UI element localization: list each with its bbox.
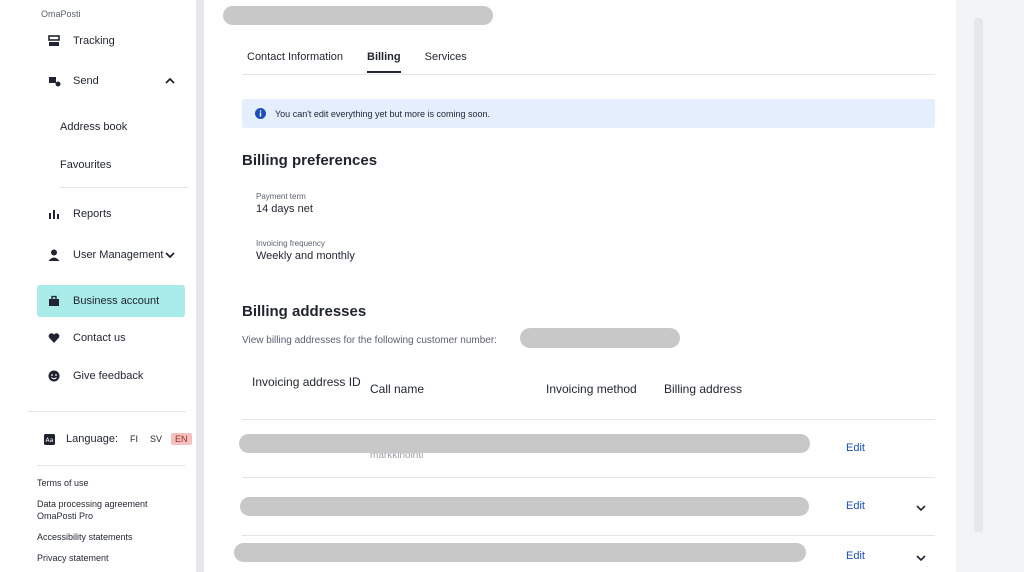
user-icon xyxy=(47,248,61,262)
footer-privacy-link[interactable]: Privacy statement xyxy=(37,552,177,564)
table-row-divider xyxy=(242,535,935,536)
tab-contact-information[interactable]: Contact Information xyxy=(247,48,343,73)
info-notice: You can't edit everything yet but more i… xyxy=(242,99,935,128)
footer-accessibility-link[interactable]: Accessibility statements xyxy=(37,531,177,543)
row-edit-link[interactable]: Edit xyxy=(846,442,865,454)
nav-send[interactable]: Send xyxy=(37,65,185,97)
main-card xyxy=(204,0,956,572)
nav-user-management[interactable]: User Management xyxy=(37,239,185,271)
divider xyxy=(60,187,188,188)
nav-address-book[interactable]: Address book xyxy=(60,121,127,133)
chevron-down-icon[interactable] xyxy=(915,501,927,513)
divider xyxy=(37,465,185,466)
send-icon xyxy=(47,74,61,88)
nav-business-account[interactable]: Business account xyxy=(37,285,185,317)
language-label: Language: xyxy=(66,433,118,445)
tab-services[interactable]: Services xyxy=(425,48,467,73)
tab-bar: Contact Information Billing Services xyxy=(242,48,491,73)
language-icon: Aa xyxy=(44,433,55,445)
nav-reports[interactable]: Reports xyxy=(37,198,185,230)
heart-icon xyxy=(47,331,61,345)
row-edit-link[interactable]: Edit xyxy=(846,550,865,562)
nav-user-management-label: User Management xyxy=(73,249,164,261)
billing-addresses-heading: Billing addresses xyxy=(242,303,367,320)
nav-give-feedback[interactable]: Give feedback xyxy=(37,360,185,392)
tab-billing[interactable]: Billing xyxy=(367,48,401,73)
chevron-down-icon[interactable] xyxy=(915,551,927,563)
payment-term-label: Payment term xyxy=(256,192,306,201)
briefcase-icon xyxy=(47,294,61,308)
billing-preferences-heading: Billing preferences xyxy=(242,152,378,169)
nav-favourites[interactable]: Favourites xyxy=(60,159,111,171)
divider xyxy=(28,411,186,412)
info-icon xyxy=(255,108,266,119)
table-row-divider xyxy=(242,477,935,478)
nav-contact-us-label: Contact us xyxy=(73,332,126,344)
page-scrollbar[interactable] xyxy=(974,18,983,532)
redacted-table-row xyxy=(240,497,809,516)
language-switcher: Aa Language: FI SV EN xyxy=(37,431,192,447)
footer-terms-link[interactable]: Terms of use xyxy=(37,477,177,489)
smiley-icon xyxy=(47,369,61,383)
tracking-icon xyxy=(47,34,61,48)
column-header-invoicing-address-id: Invoicing address ID xyxy=(252,375,361,389)
language-option-fi[interactable]: FI xyxy=(130,434,138,444)
redacted-table-row xyxy=(239,434,810,453)
brand-label: OmaPosti xyxy=(41,9,81,19)
nav-tracking-label: Tracking xyxy=(73,35,115,47)
invoicing-frequency-value: Weekly and monthly xyxy=(256,250,355,262)
column-header-invoicing-method: Invoicing method xyxy=(546,382,637,396)
billing-addresses-helper: View billing addresses for the following… xyxy=(242,335,497,346)
redacted-page-title xyxy=(223,6,493,25)
footer-data-processing-link[interactable]: Data processing agreement OmaPosti Pro xyxy=(37,498,177,522)
language-option-en[interactable]: EN xyxy=(171,433,192,445)
nav-contact-us[interactable]: Contact us xyxy=(37,322,185,354)
sidebar-scrollbar[interactable] xyxy=(196,0,204,572)
chevron-up-icon[interactable] xyxy=(163,74,177,88)
language-option-sv[interactable]: SV xyxy=(150,434,162,444)
redacted-table-row xyxy=(234,543,806,562)
sidebar: OmaPosti Tracking Send Address book Favo… xyxy=(0,0,196,572)
svg-text:Aa: Aa xyxy=(46,437,54,444)
nav-tracking[interactable]: Tracking xyxy=(37,25,185,57)
table-header-divider xyxy=(242,419,935,420)
column-header-call-name: Call name xyxy=(370,382,425,396)
info-notice-text: You can't edit everything yet but more i… xyxy=(275,108,491,119)
column-header-billing-address: Billing address xyxy=(664,382,743,396)
row-edit-link[interactable]: Edit xyxy=(846,500,865,512)
nav-business-account-label: Business account xyxy=(73,295,160,307)
tab-underline-divider xyxy=(242,74,935,75)
nav-reports-label: Reports xyxy=(73,208,112,220)
redacted-customer-number xyxy=(520,328,680,348)
chevron-down-icon[interactable] xyxy=(163,248,177,262)
payment-term-value: 14 days net xyxy=(256,203,313,215)
nav-send-label: Send xyxy=(73,75,99,87)
bar-chart-icon xyxy=(47,207,61,221)
nav-give-feedback-label: Give feedback xyxy=(73,370,144,382)
invoicing-frequency-label: Invoicing frequency xyxy=(256,239,325,248)
